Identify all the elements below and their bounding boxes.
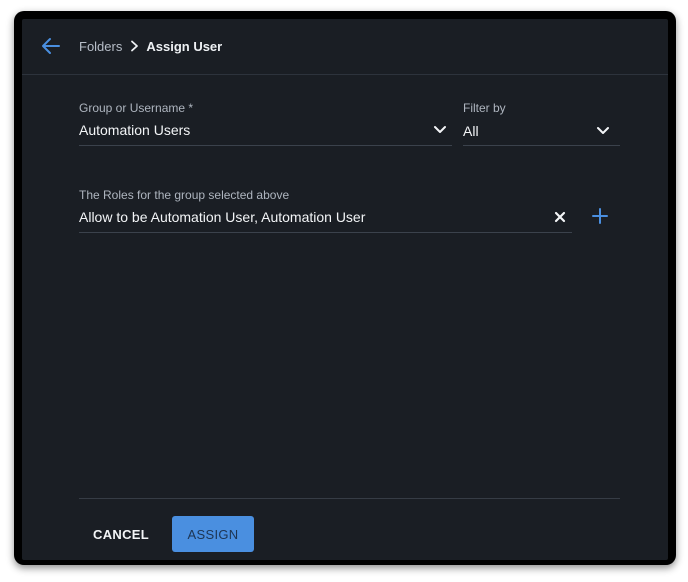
- dialog-frame: Folders Assign User Group or Username * …: [14, 11, 676, 565]
- breadcrumb: Folders Assign User: [79, 38, 222, 54]
- group-field-label: Group or Username *: [79, 101, 194, 115]
- clear-roles-button[interactable]: [553, 210, 567, 224]
- assign-user-dialog: Folders Assign User Group or Username * …: [22, 19, 668, 560]
- chevron-down-icon[interactable]: [596, 126, 610, 135]
- roles-field-label: The Roles for the group selected above: [79, 188, 290, 202]
- back-button[interactable]: [38, 34, 64, 58]
- breadcrumb-current: Assign User: [146, 38, 223, 54]
- filter-select-underline: [463, 145, 620, 146]
- roles-input-underline: [79, 232, 572, 233]
- chevron-right-icon: [131, 40, 139, 52]
- arrow-left-icon: [42, 38, 60, 54]
- footer-divider: [79, 498, 620, 499]
- roles-input-value[interactable]: Allow to be Automation User, Automation …: [79, 209, 365, 225]
- filter-field-label: Filter by: [463, 101, 506, 115]
- plus-icon: [592, 208, 608, 224]
- assign-button[interactable]: ASSIGN: [172, 516, 254, 552]
- group-select-underline: [79, 145, 452, 146]
- add-role-button[interactable]: [591, 207, 609, 225]
- cancel-button[interactable]: CANCEL: [87, 516, 155, 552]
- filter-select-value[interactable]: All: [463, 123, 479, 139]
- chevron-down-icon[interactable]: [433, 125, 447, 134]
- dialog-header: Folders Assign User: [22, 19, 668, 75]
- breadcrumb-folders-link[interactable]: Folders: [79, 39, 122, 54]
- close-icon: [554, 211, 566, 223]
- group-select-value[interactable]: Automation Users: [79, 122, 190, 138]
